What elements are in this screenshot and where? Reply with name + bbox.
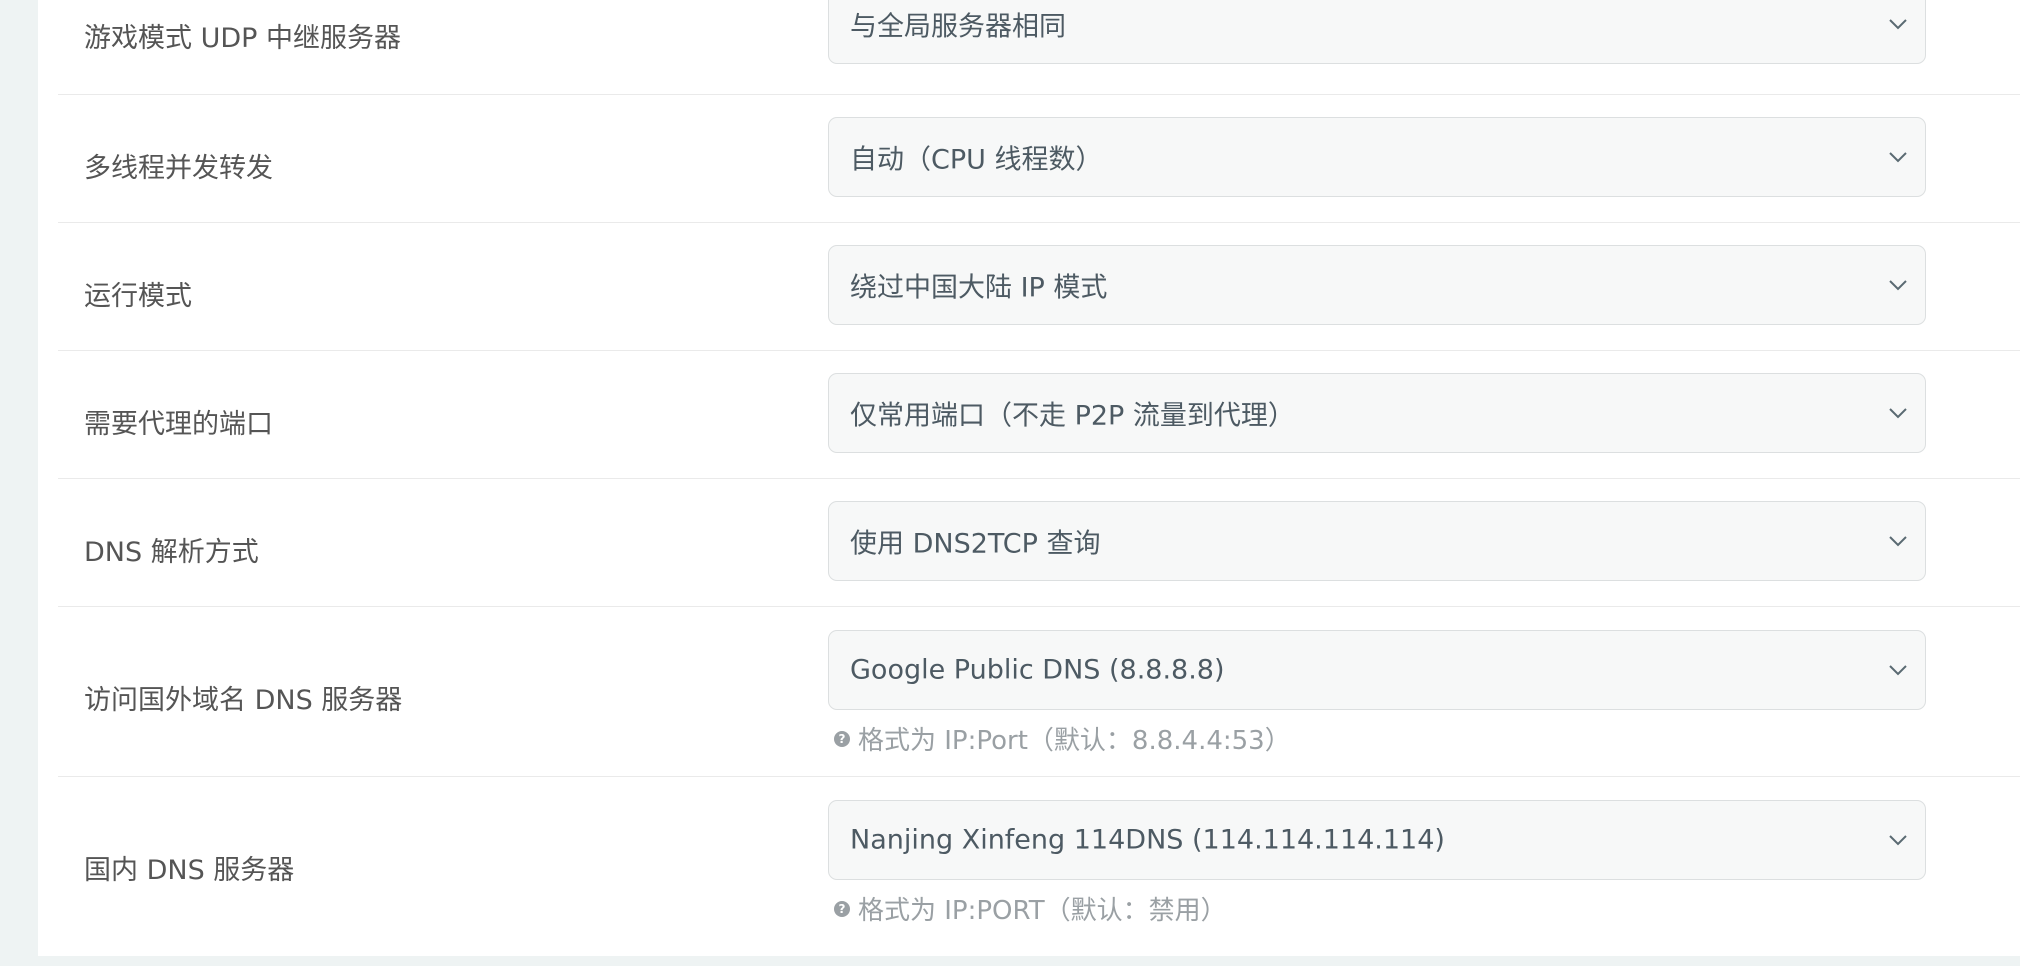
question-circle-icon: ? — [834, 900, 850, 917]
select-value: 自动（CPU 线程数） — [850, 144, 1103, 176]
help-text: ? 格式为 IP:PORT（默认：禁用） — [834, 890, 1227, 927]
udp-relay-server-select[interactable]: 与全局服务器相同 — [828, 0, 1926, 64]
setting-row-foreign-dns-server: 访问国外域名 DNS 服务器 Google Public DNS (8.8.8.… — [58, 606, 2020, 777]
chevron-down-icon — [1889, 408, 1907, 419]
setting-label: 国内 DNS 服务器 — [84, 855, 295, 886]
setting-label: DNS 解析方式 — [84, 537, 259, 568]
setting-row-domestic-dns-server: 国内 DNS 服务器 Nanjing Xinfeng 114DNS (114.1… — [58, 776, 2020, 966]
chevron-down-icon — [1889, 19, 1907, 30]
select-value: 与全局服务器相同 — [850, 11, 1066, 43]
settings-panel: 游戏模式 UDP 中继服务器 与全局服务器相同 多线程并发转发 自动（CPU 线… — [38, 0, 2020, 956]
run-mode-select[interactable]: 绕过中国大陆 IP 模式 — [828, 245, 1926, 325]
select-value: Google Public DNS (8.8.8.8) — [850, 654, 1225, 686]
domestic-dns-server-select[interactable]: Nanjing Xinfeng 114DNS (114.114.114.114) — [828, 800, 1926, 880]
setting-label: 多线程并发转发 — [84, 153, 273, 184]
setting-row-udp-relay-server: 游戏模式 UDP 中继服务器 与全局服务器相同 — [58, 0, 2020, 95]
chevron-down-icon — [1889, 835, 1907, 846]
sidebar-edge — [0, 0, 38, 956]
select-value: Nanjing Xinfeng 114DNS (114.114.114.114) — [850, 824, 1445, 856]
chevron-down-icon — [1889, 536, 1907, 547]
setting-row-proxy-ports: 需要代理的端口 仅常用端口（不走 P2P 流量到代理） — [58, 350, 2020, 479]
chevron-down-icon — [1889, 665, 1907, 676]
setting-label: 访问国外域名 DNS 服务器 — [84, 685, 403, 716]
setting-row-dns-resolve-mode: DNS 解析方式 使用 DNS2TCP 查询 — [58, 478, 2020, 607]
setting-label: 运行模式 — [84, 281, 192, 312]
select-value: 绕过中国大陆 IP 模式 — [850, 272, 1108, 304]
chevron-down-icon — [1889, 152, 1907, 163]
dns-resolve-mode-select[interactable]: 使用 DNS2TCP 查询 — [828, 501, 1926, 581]
select-value: 使用 DNS2TCP 查询 — [850, 528, 1101, 560]
setting-row-multithread-forwarding: 多线程并发转发 自动（CPU 线程数） — [58, 94, 2020, 223]
proxy-ports-select[interactable]: 仅常用端口（不走 P2P 流量到代理） — [828, 373, 1926, 453]
setting-label: 需要代理的端口 — [84, 409, 273, 440]
foreign-dns-server-select[interactable]: Google Public DNS (8.8.8.8) — [828, 630, 1926, 710]
help-text: ? 格式为 IP:Port（默认：8.8.4.4:53） — [834, 720, 1291, 757]
help-text-content: 格式为 IP:Port（默认：8.8.4.4:53） — [858, 726, 1291, 756]
help-text-content: 格式为 IP:PORT（默认：禁用） — [858, 896, 1227, 926]
setting-row-run-mode: 运行模式 绕过中国大陆 IP 模式 — [58, 222, 2020, 351]
select-value: 仅常用端口（不走 P2P 流量到代理） — [850, 400, 1295, 432]
multithread-forwarding-select[interactable]: 自动（CPU 线程数） — [828, 117, 1926, 197]
chevron-down-icon — [1889, 280, 1907, 291]
question-circle-icon: ? — [834, 730, 850, 747]
setting-label: 游戏模式 UDP 中继服务器 — [84, 23, 401, 54]
